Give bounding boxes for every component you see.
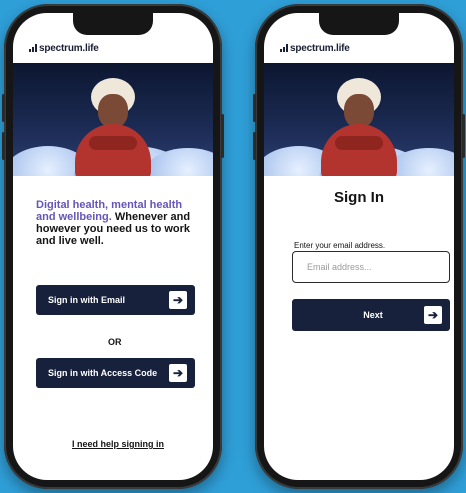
email-label: Enter your email address.: [294, 241, 386, 250]
sign-in-access-code-button[interactable]: Sign in with Access Code ➔: [36, 358, 195, 388]
or-separator: OR: [108, 337, 122, 347]
brand-logo: spectrum.life: [264, 33, 454, 63]
page-title: Sign In: [334, 189, 384, 206]
hero-image: [264, 63, 454, 176]
brand-mark-icon: [280, 44, 288, 52]
next-button[interactable]: Next ➔: [292, 299, 450, 331]
brand-name: spectrum.life: [290, 42, 350, 54]
screen-right: spectrum.life Sign In Enter your email a…: [264, 13, 454, 480]
hero-image: [13, 63, 213, 176]
phone-right: spectrum.life Sign In Enter your email a…: [253, 4, 465, 489]
tagline: Digital health, mental health and wellbe…: [36, 199, 196, 247]
notch: [73, 13, 153, 35]
next-label: Next: [363, 310, 383, 320]
arrow-right-icon: ➔: [169, 291, 187, 309]
phone-left: spectrum.life Digital health, mental hea…: [2, 4, 224, 489]
screen-left: spectrum.life Digital health, mental hea…: [13, 13, 213, 480]
sign-in-email-label: Sign in with Email: [48, 295, 126, 305]
brand-mark-icon: [29, 44, 37, 52]
arrow-right-icon: ➔: [169, 364, 187, 382]
notch: [319, 13, 399, 35]
email-field[interactable]: [292, 251, 450, 283]
brand-name: spectrum.life: [39, 42, 99, 54]
arrow-right-icon: ➔: [424, 306, 442, 324]
sign-in-access-code-label: Sign in with Access Code: [48, 368, 158, 378]
person-illustration: [73, 76, 153, 176]
help-signing-in-link[interactable]: I need help signing in: [72, 439, 164, 449]
brand-logo: spectrum.life: [13, 33, 213, 63]
sign-in-email-button[interactable]: Sign in with Email ➔: [36, 285, 195, 315]
person-illustration: [319, 76, 399, 176]
